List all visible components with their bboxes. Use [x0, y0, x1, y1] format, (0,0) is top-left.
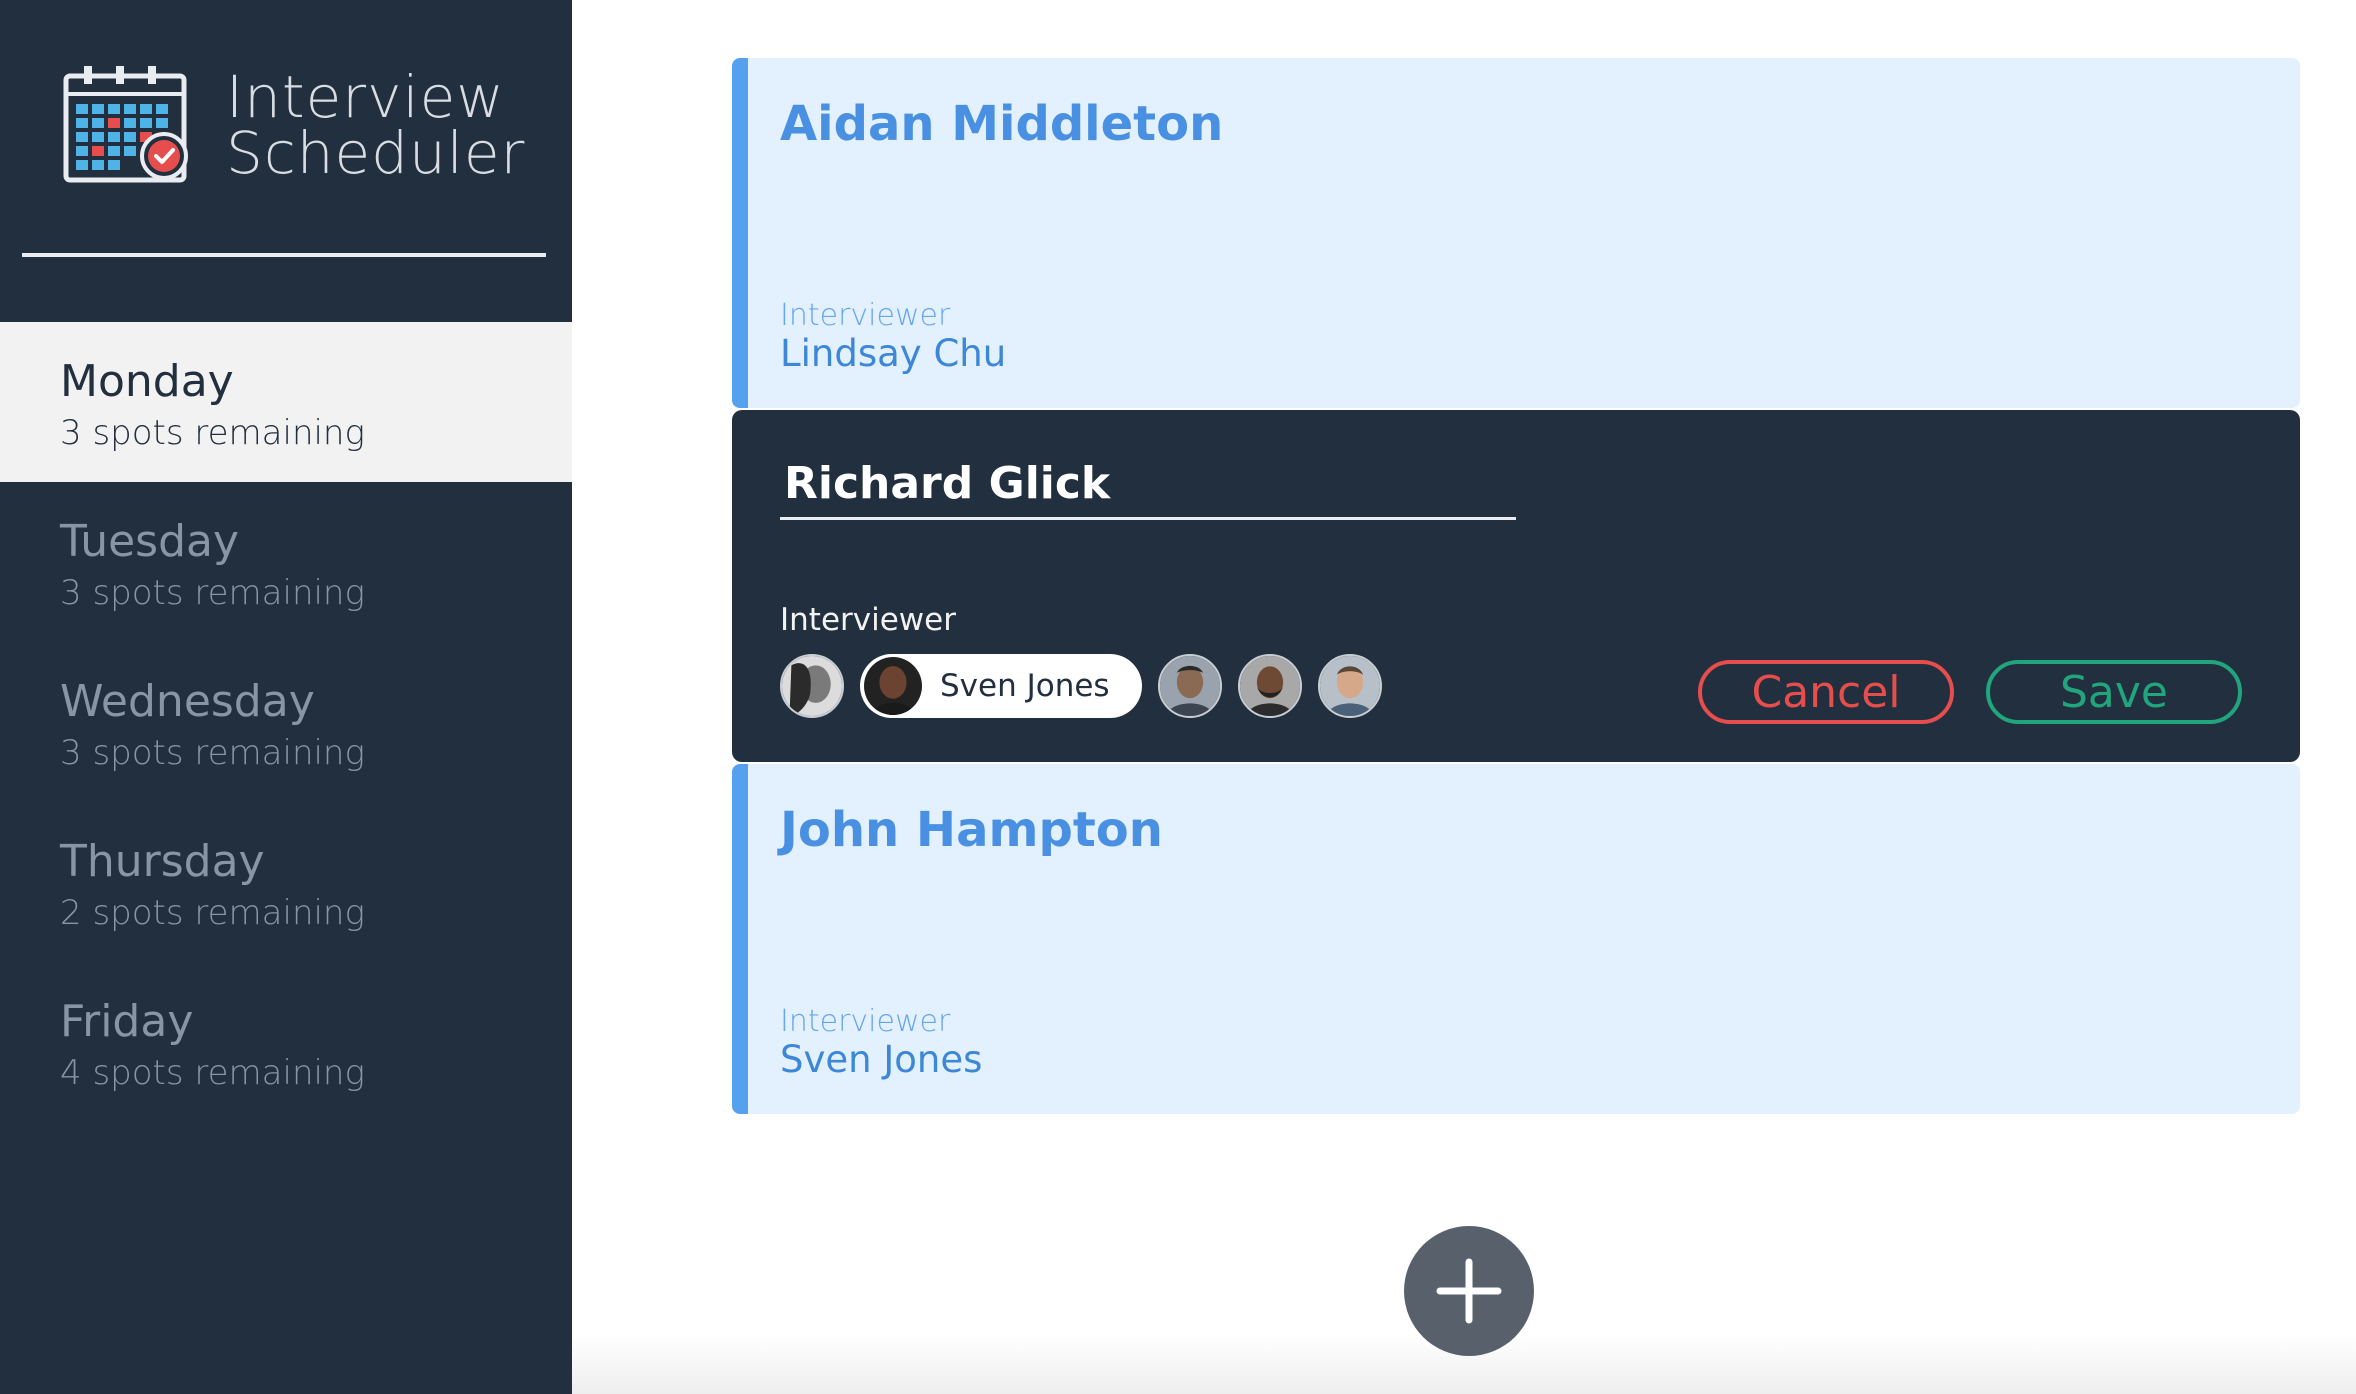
- day-name: Thursday: [60, 836, 265, 887]
- day-spots: 3 spots remaining: [60, 573, 365, 613]
- avatar: [864, 657, 922, 715]
- day-name: Friday: [60, 996, 194, 1047]
- appointment-form: Interviewer Sven Jones: [732, 410, 2300, 762]
- interviewer-name: Sven Jones: [780, 1038, 983, 1081]
- interviewer-name: Lindsay Chu: [780, 332, 1007, 375]
- plus-icon: [1436, 1258, 1502, 1324]
- schedule-main: Aidan Middleton Interviewer Lindsay Chu …: [572, 0, 2356, 1394]
- interviewer-option-selected[interactable]: Sven Jones: [860, 654, 1142, 718]
- day-spots: 3 spots remaining: [60, 733, 365, 773]
- avatar: [1157, 654, 1222, 718]
- interviewer-option[interactable]: [1237, 654, 1302, 718]
- day-item-friday[interactable]: Friday 4 spots remaining: [0, 962, 572, 1122]
- calendar-check-icon: [63, 66, 188, 183]
- day-list: Monday 3 spots remaining Tuesday 3 spots…: [0, 322, 572, 1122]
- day-spots: 4 spots remaining: [60, 1053, 365, 1093]
- save-button[interactable]: Save: [1986, 660, 2242, 724]
- interviewer-option[interactable]: [1157, 654, 1222, 718]
- brand: Interview Scheduler: [62, 64, 525, 186]
- interviewer-option[interactable]: [1317, 654, 1382, 718]
- app-title: Interview Scheduler: [226, 63, 526, 187]
- interviewer-list: Sven Jones: [780, 654, 1398, 718]
- day-name: Wednesday: [60, 676, 315, 727]
- student-name: John Hampton: [780, 802, 1163, 858]
- day-name: Tuesday: [60, 516, 240, 567]
- cancel-button[interactable]: Cancel: [1698, 660, 1954, 724]
- selected-interviewer-name: Sven Jones: [940, 668, 1110, 704]
- appointment-card[interactable]: Aidan Middleton Interviewer Lindsay Chu: [732, 58, 2300, 408]
- sidebar-divider: [22, 253, 546, 257]
- avatar: [1317, 654, 1382, 718]
- avatar: [780, 654, 844, 718]
- day-spots: 2 spots remaining: [60, 893, 365, 933]
- add-appointment-button[interactable]: [1404, 1226, 1534, 1356]
- interviewer-option[interactable]: [780, 654, 844, 718]
- interviewer-label: Interviewer: [780, 602, 956, 638]
- interviewer-label: Interviewer: [780, 1004, 951, 1039]
- day-name: Monday: [60, 356, 234, 407]
- appointment-card[interactable]: John Hampton Interviewer Sven Jones: [732, 764, 2300, 1114]
- interviewer-label: Interviewer: [780, 298, 951, 333]
- avatar: [1237, 654, 1302, 718]
- app-title-line1: Interview: [226, 63, 505, 131]
- student-name-input[interactable]: [780, 450, 1516, 520]
- day-item-tuesday[interactable]: Tuesday 3 spots remaining: [0, 482, 572, 642]
- sidebar: Interview Scheduler Monday 3 spots remai…: [0, 0, 572, 1394]
- day-item-monday[interactable]: Monday 3 spots remaining: [0, 322, 572, 482]
- day-item-thursday[interactable]: Thursday 2 spots remaining: [0, 802, 572, 962]
- app-title-line2: Scheduler: [226, 119, 526, 187]
- student-name: Aidan Middleton: [780, 96, 1224, 152]
- day-item-wednesday[interactable]: Wednesday 3 spots remaining: [0, 642, 572, 802]
- day-spots: 3 spots remaining: [60, 413, 365, 453]
